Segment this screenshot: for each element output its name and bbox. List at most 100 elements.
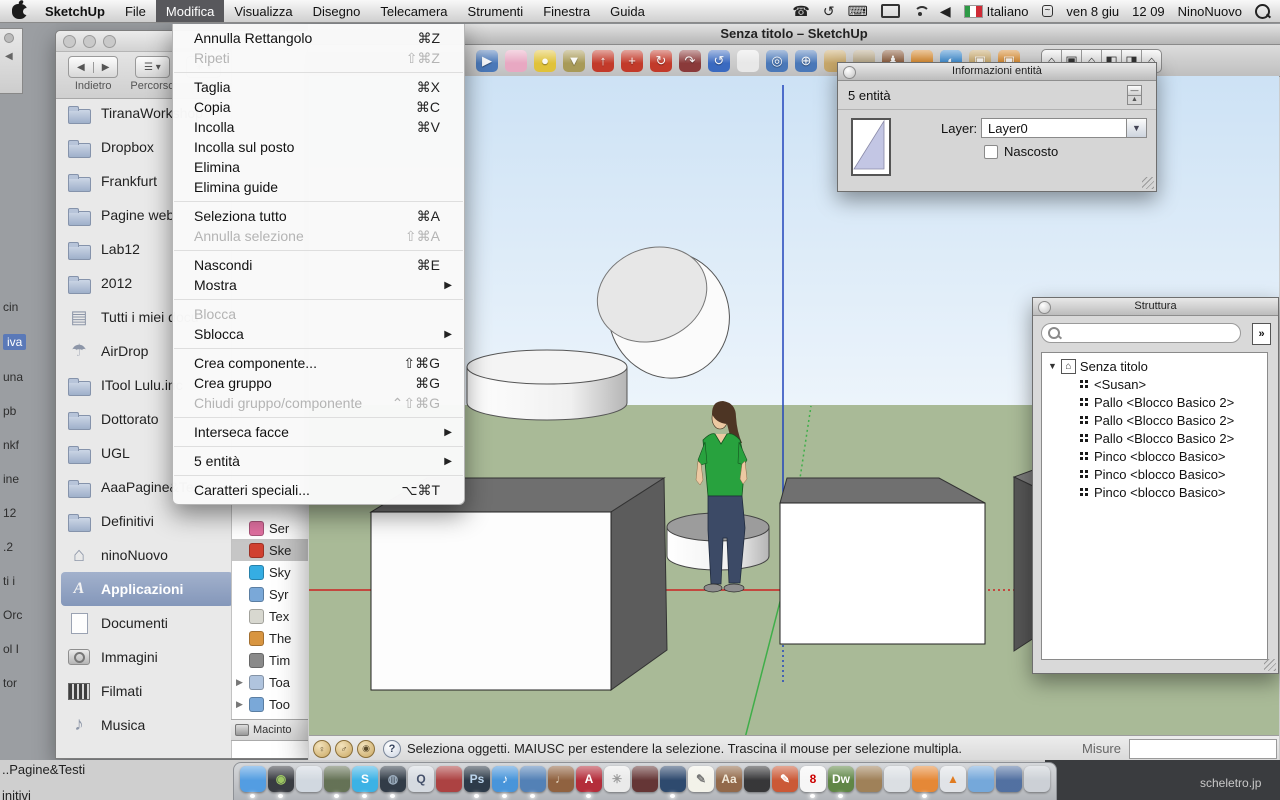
menu-item[interactable] — [173, 344, 464, 353]
push-pull-tool-icon[interactable]: ↑ — [592, 50, 614, 72]
photoshop-dock-icon[interactable]: Ps — [464, 766, 490, 792]
measure-input[interactable] — [1129, 739, 1277, 759]
menu-item[interactable] — [173, 413, 464, 422]
menubar-item[interactable]: SketchUp — [35, 0, 115, 22]
menu-item[interactable]: Crea gruppo ⌘G — [173, 373, 464, 393]
menu-item[interactable]: Sblocca ▶ — [173, 324, 464, 344]
panel-titlebar[interactable]: Informazioni entità — [838, 63, 1156, 81]
itunes-dock-icon[interactable]: ♪ — [492, 766, 518, 792]
menu-item[interactable]: Copia ⌘C — [173, 97, 464, 117]
rotate-tool-icon[interactable]: ↻ — [650, 50, 672, 72]
zoom-tool-icon[interactable]: ◎ — [766, 50, 788, 72]
tree-item[interactable]: Pallo <Blocco Basico 2> — [1042, 429, 1267, 447]
quicktime-dock-icon[interactable]: Q — [408, 766, 434, 792]
sage-icon[interactable]: ♂ — [335, 740, 353, 758]
resize-grip[interactable] — [1142, 177, 1154, 189]
widget-icon[interactable]: ~ — [1042, 5, 1054, 17]
sidebar-item[interactable]: ninoNuovo — [61, 538, 233, 572]
back-forward-control[interactable]: ◀ ▶ — [68, 56, 118, 78]
textedit-dock-icon[interactable]: ✎ — [688, 766, 714, 792]
phone-icon[interactable]: ☎ — [792, 0, 809, 22]
sidebar-item[interactable]: Documenti — [61, 606, 233, 640]
acrobat-dock-icon[interactable]: A — [576, 766, 602, 792]
list-view-icon[interactable]: ☰ ▾ — [136, 62, 169, 73]
app-list-item[interactable]: Ser — [232, 517, 314, 539]
collapse-icon[interactable]: — — [1127, 85, 1142, 96]
menu-item[interactable]: Caratteri speciali... ⌥⌘T — [173, 480, 464, 500]
menu-item[interactable]: Taglia ⌘X — [173, 77, 464, 97]
tree-item[interactable]: <Susan> — [1042, 375, 1267, 393]
menu-item[interactable]: Annulla Rettangolo ⌘Z — [173, 28, 464, 48]
menubar-date[interactable]: ven 8 giu — [1066, 4, 1119, 19]
menu-item[interactable] — [173, 197, 464, 206]
input-language[interactable]: Italiano — [964, 4, 1029, 19]
menu-item[interactable]: Seleziona tutto ⌘A — [173, 206, 464, 226]
menubar-user[interactable]: NinoNuovo — [1178, 4, 1242, 19]
spotlight-icon[interactable] — [1255, 4, 1270, 19]
menu-item[interactable]: Crea componente... ⇧⌘G — [173, 353, 464, 373]
collapse-widget[interactable]: — ▲ — [1127, 85, 1142, 105]
menubar-item[interactable]: Telecamera — [370, 0, 457, 22]
folder-stack-dock-icon[interactable] — [996, 766, 1022, 792]
display-icon[interactable] — [881, 4, 900, 18]
outliner-search-input[interactable] — [1041, 323, 1241, 343]
close-icon[interactable] — [1038, 301, 1051, 314]
folder-documents-dock-icon[interactable] — [968, 766, 994, 792]
menu-item[interactable]: Nascondi ⌘E — [173, 255, 464, 275]
sage-icon[interactable]: ♀ — [313, 740, 331, 758]
app-list-item[interactable]: Tex — [232, 605, 314, 627]
menubar-item[interactable]: File — [115, 0, 156, 22]
nascosto-checkbox[interactable] — [984, 145, 998, 159]
help-icon[interactable]: ? — [383, 740, 401, 758]
pages-dock-icon[interactable] — [744, 766, 770, 792]
skype-dock-icon[interactable]: S — [352, 766, 378, 792]
cameraraw-dock-icon[interactable] — [632, 766, 658, 792]
menubar-item[interactable]: Finestra — [533, 0, 600, 22]
tree-item[interactable]: Pallo <Blocco Basico 2> — [1042, 393, 1267, 411]
tree-item[interactable]: Pallo <Blocco Basico 2> — [1042, 411, 1267, 429]
menubar-item[interactable]: Strumenti — [458, 0, 534, 22]
globe-dock-icon[interactable] — [660, 766, 686, 792]
pen-dock-icon[interactable]: ✎ — [772, 766, 798, 792]
menu-item[interactable]: 5 entità ▶ — [173, 451, 464, 471]
follow-me-tool-icon[interactable]: ↷ — [679, 50, 701, 72]
dashboard-dock-icon[interactable]: ◉ — [268, 766, 294, 792]
dreamweaver-dock-icon[interactable]: Dw — [828, 766, 854, 792]
tree-item[interactable]: Pinco <blocco Basico> — [1042, 483, 1267, 501]
pan-tool-icon[interactable] — [737, 50, 759, 72]
tape-measure-tool-icon[interactable]: ● — [534, 50, 556, 72]
menu-item[interactable]: Ripeti ⇧⌘Z — [173, 48, 464, 68]
firefox-dock-icon[interactable] — [912, 766, 938, 792]
trash-dock-icon[interactable] — [1024, 766, 1050, 792]
menu-item[interactable] — [173, 246, 464, 255]
dictionary-dock-icon[interactable]: Aa — [716, 766, 742, 792]
sidebar-item[interactable]: Immagini — [61, 640, 233, 674]
menubar-item[interactable]: Guida — [600, 0, 655, 22]
photos-dock-icon[interactable] — [296, 766, 322, 792]
zoom-button[interactable] — [103, 35, 116, 48]
menu-item[interactable] — [173, 442, 464, 451]
sidebar-item[interactable]: Applicazioni — [61, 572, 233, 606]
menu-item[interactable]: Annulla selezione ⇧⌘A — [173, 226, 464, 246]
app-list-item[interactable]: Tim — [232, 649, 314, 671]
volume-icon[interactable]: ◀ — [940, 0, 951, 22]
tree-root[interactable]: ▼ ⌂ Senza titolo — [1042, 357, 1267, 375]
vlc-dock-icon[interactable]: ▲ — [940, 766, 966, 792]
menu-item[interactable]: Chiudi gruppo/componente ⌃⇧⌘G — [173, 393, 464, 413]
menubar-item[interactable]: Modifica — [156, 0, 224, 22]
menu-item[interactable]: Blocca — [173, 304, 464, 324]
chevron-down-icon[interactable]: ▼ — [1126, 119, 1146, 137]
keyboard-icon[interactable]: ⌨ — [848, 0, 868, 22]
app-list-item[interactable]: The — [232, 627, 314, 649]
apple-menu-icon[interactable] — [12, 4, 27, 19]
app-list-item[interactable]: ▶ Toa — [232, 671, 314, 693]
minimize-button[interactable] — [83, 35, 96, 48]
tree-item[interactable]: Pinco <blocco Basico> — [1042, 465, 1267, 483]
disclosure-triangle-icon[interactable]: ▼ — [1048, 361, 1057, 371]
menu-item[interactable]: Interseca facce ▶ — [173, 422, 464, 442]
close-icon[interactable] — [843, 66, 856, 79]
paint-bucket-tool-icon[interactable]: ▼ — [563, 50, 585, 72]
garageband-dock-icon[interactable]: ♩ — [548, 766, 574, 792]
wifi-icon[interactable] — [913, 6, 927, 17]
filter-button[interactable]: » — [1252, 323, 1271, 345]
